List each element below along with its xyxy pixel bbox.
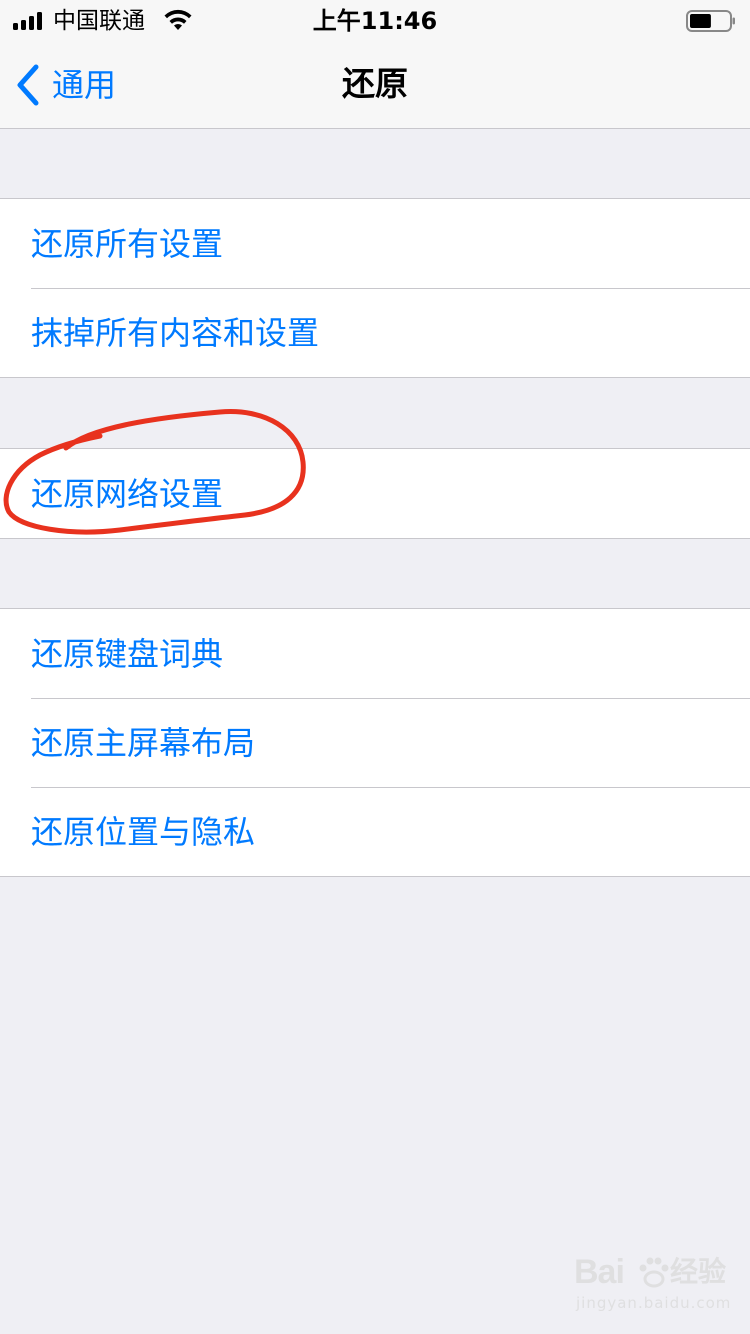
top-bar: 中国联通 上午11:46 通用 还原 [0, 0, 750, 129]
screen: 中国联通 上午11:46 通用 还原 还原所有设置 抹掉所有内容和设置 还原网络… [0, 0, 750, 1334]
cell-label: 还原位置与隐私 [31, 812, 256, 851]
erase-all-content-cell[interactable]: 抹掉所有内容和设置 [0, 288, 750, 377]
page-title: 还原 [342, 64, 408, 103]
navigation-bar: 通用 还原 [0, 40, 750, 128]
watermark-url: jingyan.baidu.com [576, 1294, 732, 1312]
baidu-jingyan-watermark: Bai 经验 jingyan.baidu.com [574, 1250, 734, 1320]
cell-label: 还原网络设置 [31, 474, 224, 513]
reset-home-screen-layout-cell[interactable]: 还原主屏幕布局 [0, 698, 750, 787]
cell-label: 还原主屏幕布局 [31, 723, 256, 762]
reset-group-3: 还原键盘词典 还原主屏幕布局 还原位置与隐私 [0, 608, 750, 877]
status-bar: 中国联通 上午11:46 [0, 0, 750, 40]
reset-all-settings-cell[interactable]: 还原所有设置 [0, 199, 750, 288]
cell-label: 还原所有设置 [31, 224, 224, 263]
battery-icon [686, 10, 735, 32]
reset-network-settings-cell[interactable]: 还原网络设置 [0, 449, 750, 538]
reset-location-privacy-cell[interactable]: 还原位置与隐私 [0, 787, 750, 876]
paw-icon [639, 1257, 669, 1288]
reset-group-1: 还原所有设置 抹掉所有内容和设置 [0, 198, 750, 378]
status-time: 上午11:46 [312, 7, 438, 35]
reset-group-2: 还原网络设置 [0, 448, 750, 539]
watermark-logo-text: Bai [574, 1253, 625, 1291]
cell-label: 还原键盘词典 [31, 634, 224, 673]
cell-label: 抹掉所有内容和设置 [31, 313, 320, 352]
watermark-jingyan-text: 经验 [670, 1255, 727, 1288]
reset-keyboard-dictionary-cell[interactable]: 还原键盘词典 [0, 609, 750, 698]
